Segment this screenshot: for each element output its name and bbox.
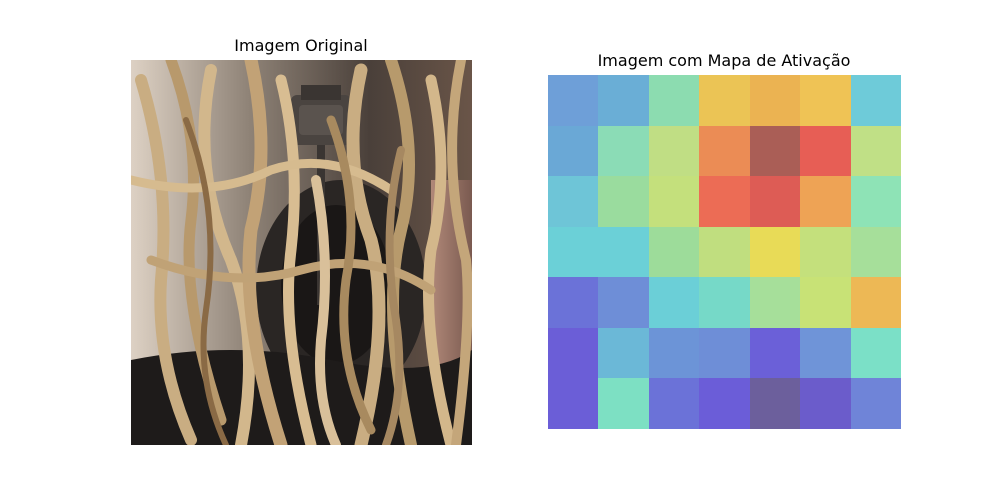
heatmap-cell-r5-c5 — [800, 327, 851, 379]
heatmap-cell-r3-c0 — [548, 226, 599, 278]
activation-heatmap — [548, 75, 901, 429]
heatmap-cell-r1-c0 — [548, 125, 599, 177]
heatmap-cell-r0-c3 — [699, 75, 750, 126]
heatmap-cell-r4-c3 — [699, 277, 750, 328]
heatmap-cell-r6-c4 — [749, 378, 801, 429]
heatmap-cell-r3-c2 — [648, 226, 700, 278]
heatmap-cell-r6-c3 — [699, 378, 750, 429]
heatmap-cell-r0-c5 — [800, 75, 851, 126]
heatmap-cell-r5-c1 — [598, 327, 649, 379]
heatmap-cell-r4-c6 — [850, 277, 901, 328]
heatmap-cell-r4-c1 — [598, 277, 649, 328]
heatmap-cell-r3-c3 — [699, 226, 750, 278]
heatmap-cell-r6-c5 — [800, 378, 851, 429]
heatmap-cell-r6-c6 — [850, 378, 901, 429]
heatmap-cell-r2-c4 — [749, 176, 801, 227]
heatmap-cell-r2-c6 — [850, 176, 901, 227]
heatmap-cell-r0-c4 — [749, 75, 801, 126]
heatmap-cell-r1-c3 — [699, 125, 750, 177]
heatmap-cell-r3-c1 — [598, 226, 649, 278]
activation-map-title: Imagem com Mapa de Ativação — [597, 51, 851, 70]
heatmap-cell-r2-c2 — [648, 176, 700, 227]
heatmap-cell-r6-c1 — [598, 378, 649, 429]
heatmap-cell-r3-c4 — [749, 226, 801, 278]
heatmap-cell-r3-c6 — [850, 226, 901, 278]
heatmap-cell-r2-c5 — [800, 176, 851, 227]
heatmap-cell-r1-c4 — [749, 125, 801, 177]
original-photo — [131, 60, 472, 445]
heatmap-cell-r1-c1 — [598, 125, 649, 177]
heatmap-cell-r4-c5 — [800, 277, 851, 328]
heatmap-cell-r0-c0 — [548, 75, 599, 126]
heatmap-cell-r2-c0 — [548, 176, 599, 227]
heatmap-cell-r5-c0 — [548, 327, 599, 379]
heatmap-cell-r5-c3 — [699, 327, 750, 379]
heatmap-cell-r0-c2 — [648, 75, 700, 126]
heatmap-cell-r5-c4 — [749, 327, 801, 379]
original-image-title: Imagem Original — [234, 36, 368, 55]
heatmap-cell-r3-c5 — [800, 226, 851, 278]
heatmap-cell-r1-c5 — [800, 125, 851, 177]
heatmap-cell-r4-c4 — [749, 277, 801, 328]
heatmap-cell-r6-c0 — [548, 378, 599, 429]
heatmap-cell-r2-c1 — [598, 176, 649, 227]
heatmap-cell-r4-c2 — [648, 277, 700, 328]
heatmap-cell-r1-c6 — [850, 125, 901, 177]
heatmap-cell-r0-c6 — [850, 75, 901, 126]
heatmap-cell-r4-c0 — [548, 277, 599, 328]
heatmap-cell-r5-c6 — [850, 327, 901, 379]
heatmap-cell-r5-c2 — [648, 327, 700, 379]
heatmap-cell-r1-c2 — [648, 125, 700, 177]
heatmap-cell-r6-c2 — [648, 378, 700, 429]
heatmap-cell-r0-c1 — [598, 75, 649, 126]
heatmap-cell-r2-c3 — [699, 176, 750, 227]
